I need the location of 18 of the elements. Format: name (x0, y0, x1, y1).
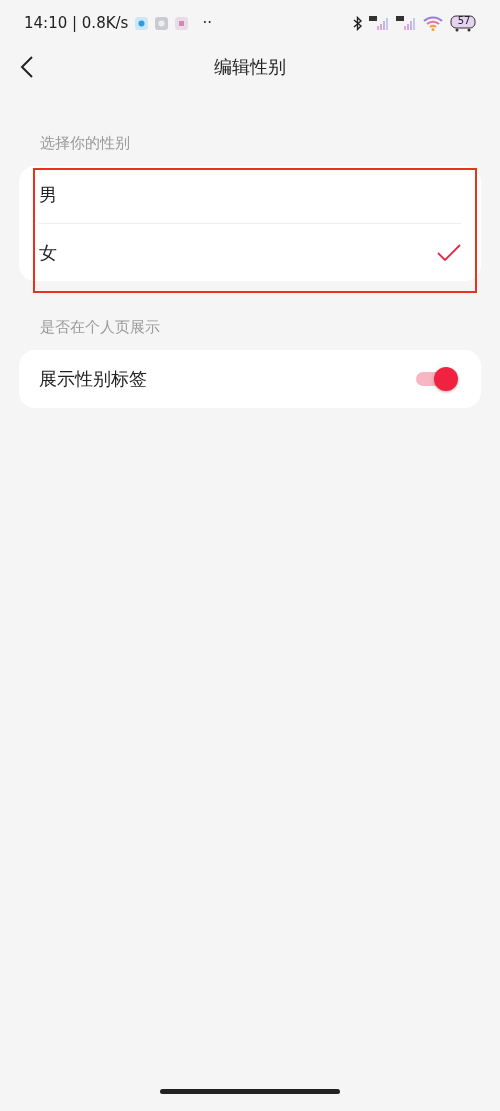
battery-indicator: 57 (450, 14, 478, 32)
app-notification-icon (155, 16, 169, 30)
toggle-switch[interactable] (416, 367, 458, 391)
signal-icon (396, 15, 416, 31)
section-label: 选择你的性别 (40, 134, 130, 153)
status-time: 14:10 | 0.8K/s (24, 14, 129, 32)
wifi-icon (423, 15, 443, 31)
more-notifications: ·· (202, 14, 212, 32)
section-label: 是否在个人页展示 (40, 318, 160, 337)
gender-option[interactable]: 男 (39, 166, 461, 223)
check-icon (437, 243, 461, 262)
page-title: 编辑性别 (214, 55, 286, 79)
bluetooth-icon (353, 15, 362, 31)
app-notification-icon (175, 16, 189, 30)
signal-icon (369, 15, 389, 31)
app-notification-icon (135, 16, 149, 30)
toggle-label: 展示性别标签 (39, 367, 148, 391)
gender-option[interactable]: 女 (39, 223, 461, 281)
